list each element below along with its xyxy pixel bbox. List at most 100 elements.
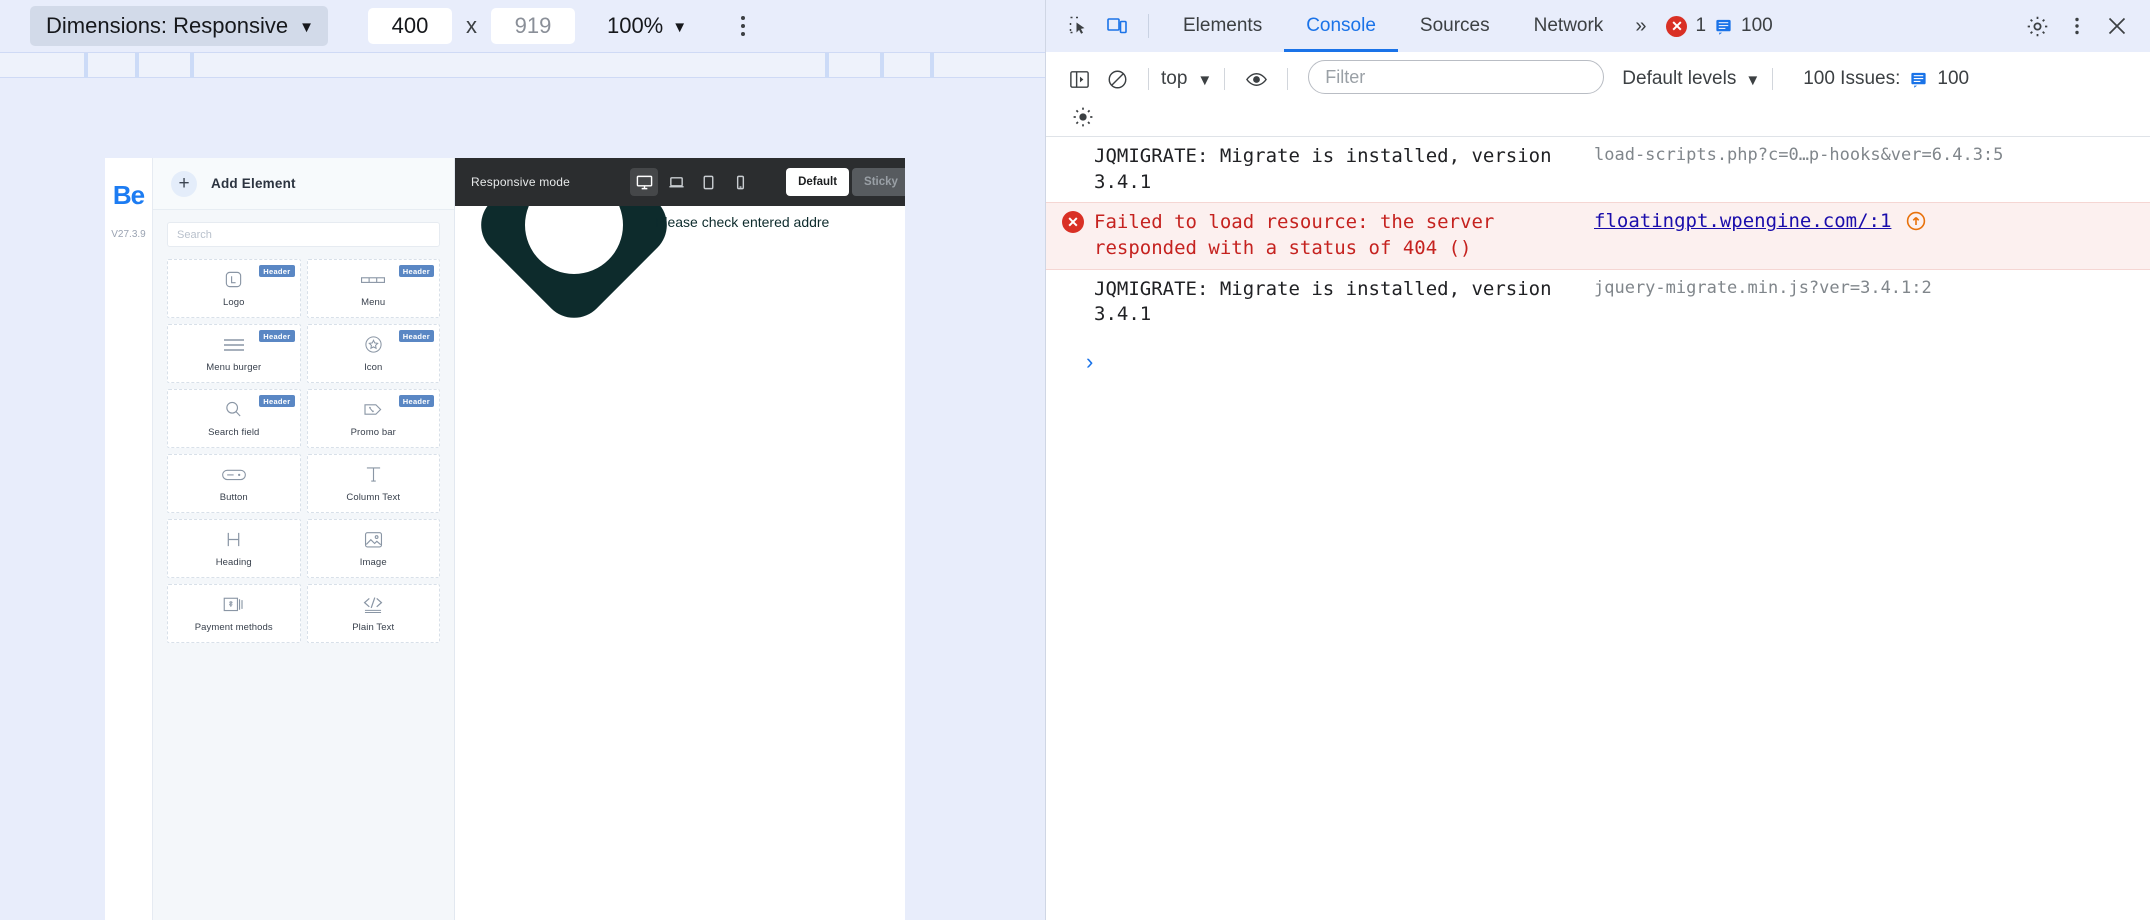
element-card-menu-burger[interactable]: Header Menu burger	[167, 324, 301, 383]
console-message-source[interactable]: load-scripts.php?c=0…p-hooks&ver=6.4.3:5	[1594, 144, 2150, 168]
chevron-double-right-icon[interactable]: »	[1625, 15, 1656, 38]
console-log-row[interactable]: JQMIGRATE: Migrate is installed, version…	[1046, 270, 2150, 335]
tab-network[interactable]: Network	[1512, 0, 1626, 52]
element-card-promo-bar[interactable]: Header Promo bar	[306, 389, 440, 448]
heading-h-icon	[225, 530, 242, 550]
console-error-row[interactable]: ✕ Failed to load resource: the server re…	[1046, 202, 2150, 270]
tablet-icon[interactable]	[694, 168, 722, 196]
dimensions-label: Dimensions: Responsive	[46, 13, 289, 38]
element-badge: Header	[398, 330, 434, 342]
console-message-source[interactable]: jquery-migrate.min.js?ver=3.4.1:2	[1594, 277, 2150, 301]
gear-icon[interactable]	[2018, 7, 2056, 45]
tab-elements[interactable]: Elements	[1161, 0, 1284, 52]
element-card-image[interactable]: Image	[306, 519, 440, 578]
clear-console-icon[interactable]	[1098, 60, 1136, 98]
mode-default-button[interactable]: Default	[786, 168, 850, 196]
toolbar-divider	[1148, 68, 1149, 90]
responsive-mode-toggles: Default Sticky	[786, 168, 905, 196]
element-label: Icon	[364, 361, 383, 373]
element-card-menu[interactable]: Header Menu	[306, 259, 440, 318]
preview-page-content: exist. Please check entered addre	[455, 158, 905, 920]
element-badge: Header	[398, 265, 434, 277]
element-badge: Header	[259, 330, 295, 342]
laptop-icon[interactable]	[662, 168, 690, 196]
builder-version-label: V27.3.9	[111, 229, 146, 240]
responsive-mode-bar: Responsive mode Default Sticky	[455, 158, 905, 206]
screen-root: Dimensions: Responsive ▼ x 100% ▼	[0, 0, 2150, 920]
error-count: 1	[1695, 15, 1707, 36]
chevron-down-icon: ▼	[1745, 71, 1761, 89]
logo-placeholder-icon	[224, 270, 243, 290]
zoom-dropdown[interactable]: 100% ▼	[607, 13, 687, 39]
open-issue-icon[interactable]	[1905, 210, 1927, 232]
builder-left-rail: Be V27.3.9	[105, 158, 153, 920]
devtools-panel: Elements Console Sources Network » ✕ 1 1…	[1046, 0, 2150, 920]
viewport-height-input[interactable]	[490, 8, 575, 44]
viewport-width-input[interactable]	[367, 8, 452, 44]
magnifier-icon	[224, 400, 243, 420]
devtools-topbar: Elements Console Sources Network » ✕ 1 1…	[1046, 0, 2150, 52]
console-prompt[interactable]: ›	[1046, 335, 2150, 375]
execution-context-label: top	[1161, 68, 1188, 89]
console-log-row[interactable]: JQMIGRATE: Migrate is installed, version…	[1046, 137, 2150, 202]
device-toolbar-icon[interactable]	[1098, 7, 1136, 45]
chevron-down-icon: ▼	[672, 18, 688, 36]
element-card-plain-text[interactable]: Plain Text	[306, 584, 440, 643]
search-input[interactable]	[167, 222, 440, 247]
tab-sources[interactable]: Sources	[1398, 0, 1512, 52]
issues-summary[interactable]: 100 Issues: 100	[1803, 60, 1969, 98]
close-icon[interactable]	[2098, 7, 2136, 45]
toolbar-divider	[1287, 68, 1289, 90]
device-emulation-pane: Dimensions: Responsive ▼ x 100% ▼	[0, 0, 1046, 920]
text-t-icon	[365, 465, 382, 485]
desktop-icon[interactable]	[630, 168, 659, 196]
element-card-heading[interactable]: Heading	[167, 519, 301, 578]
element-label: Menu burger	[206, 361, 262, 373]
device-toolbar-more-button[interactable]	[723, 6, 763, 46]
dimensions-dropdown[interactable]: Dimensions: Responsive ▼	[30, 6, 328, 46]
add-element-button[interactable]: + Add Element	[153, 158, 454, 210]
builder-panel-body: Header Logo	[153, 210, 454, 643]
console-sidebar-icon[interactable]	[1060, 60, 1098, 98]
element-card-column-text[interactable]: Column Text	[306, 454, 440, 513]
ruler-tick	[135, 53, 139, 79]
devtools-more-button[interactable]	[2058, 7, 2096, 45]
element-card-search-field[interactable]: Header Search field	[167, 389, 301, 448]
log-levels-dropdown[interactable]: Default levels ▼	[1622, 60, 1760, 98]
inspect-element-icon[interactable]	[1060, 7, 1098, 45]
element-card-icon[interactable]: Header Icon	[306, 324, 440, 383]
mode-sticky-button[interactable]: Sticky	[852, 168, 905, 196]
responsive-mode-title: Responsive mode	[471, 175, 571, 189]
message-badge-icon	[1714, 17, 1733, 36]
element-badge: Header	[259, 265, 295, 277]
tab-console[interactable]: Console	[1284, 0, 1398, 52]
preview-body-text: Please check entered addre	[655, 214, 830, 230]
element-card-logo[interactable]: Header Logo	[167, 259, 301, 318]
breakpoint-ruler[interactable]	[0, 52, 1045, 79]
toolbar-divider	[1772, 68, 1774, 90]
element-card-button[interactable]: Button	[167, 454, 301, 513]
element-label: Heading	[215, 556, 252, 568]
be-logo[interactable]: Be	[113, 180, 145, 211]
element-label: Search field	[208, 426, 260, 438]
console-message-text: JQMIGRATE: Migrate is installed, version…	[1094, 277, 1552, 326]
element-card-payment-methods[interactable]: Payment methods	[167, 584, 301, 643]
devtools-badges[interactable]: ✕ 1 100	[1666, 15, 1773, 37]
issues-label: 100 Issues:	[1803, 68, 1901, 89]
live-expression-icon[interactable]	[1237, 60, 1275, 98]
execution-context-dropdown[interactable]: top ▼	[1161, 60, 1212, 98]
ruler-tick	[825, 53, 829, 79]
banknote-icon	[223, 595, 244, 615]
console-message-text: JQMIGRATE: Migrate is installed, version…	[1094, 145, 1552, 193]
element-badge: Header	[259, 395, 295, 407]
tag-percent-icon	[363, 400, 384, 420]
console-filter-input[interactable]	[1308, 60, 1605, 94]
console-settings-row	[1060, 98, 2136, 136]
console-settings-gear-icon[interactable]	[1064, 98, 1102, 136]
emulated-viewport-area: Be V27.3.9 + Add Element Search Header L…	[0, 78, 1045, 920]
element-label: Menu	[361, 296, 386, 308]
element-label: Column Text	[346, 491, 401, 503]
mobile-icon[interactable]	[726, 168, 754, 196]
hamburger-icon	[223, 335, 245, 355]
console-message-link[interactable]: floatingpt.wpengine.com/:1	[1594, 210, 1891, 232]
